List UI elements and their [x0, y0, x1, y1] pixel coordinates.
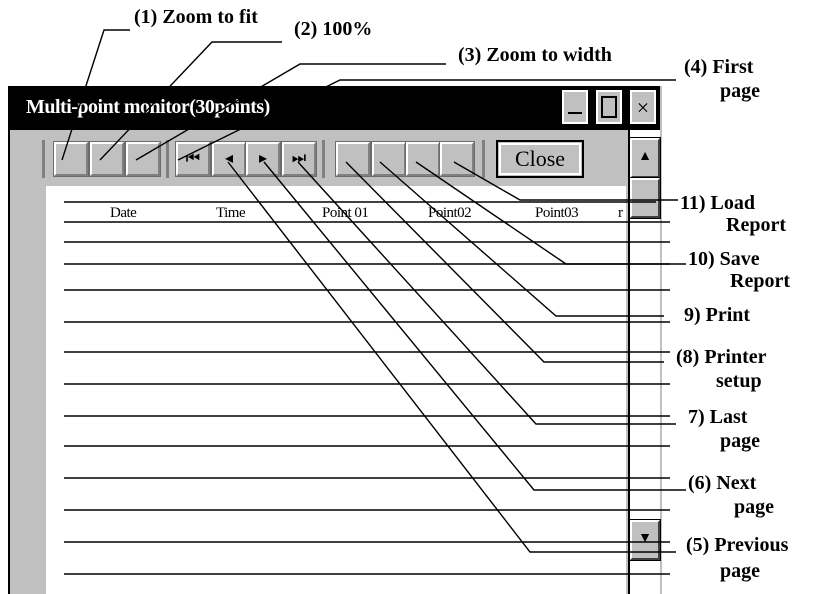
callout-first-page: (4) First — [684, 56, 754, 78]
callout-save-report: 10) Save — [688, 248, 760, 270]
callout-last-page: 7) Last — [688, 406, 748, 428]
callout-next-page-line2: page — [734, 496, 774, 518]
callout-first-page-line2: page — [720, 80, 760, 102]
callout-load-report-line2: Report — [726, 214, 786, 236]
callout-save-report-line2: Report — [730, 270, 790, 292]
callout-last-page-line2: page — [720, 430, 760, 452]
callout-line-100 — [99, 41, 282, 161]
callout-line-save-report — [415, 161, 686, 265]
callout-line-zoom-to-width — [135, 63, 446, 161]
callout-printer-setup: (8) Printer — [676, 346, 767, 368]
callout-lines — [61, 29, 686, 575]
callout-printer-setup-line2: setup — [716, 370, 762, 392]
report-rule-lines — [64, 201, 670, 575]
callout-100: (2) 100% — [294, 18, 373, 40]
callout-line-previous-page — [227, 161, 676, 553]
callout-line-load-report — [453, 161, 678, 201]
callout-previous-page-line2: page — [720, 560, 760, 582]
callout-line-next-page — [263, 161, 686, 491]
callout-line-zoom-to-fit — [61, 29, 130, 161]
callout-zoom-to-fit: (1) Zoom to fit — [134, 6, 258, 28]
callout-next-page: (6) Next — [688, 472, 757, 494]
callout-print: 9) Print — [684, 304, 751, 326]
callout-previous-page: (5) Previous — [686, 534, 789, 556]
callout-zoom-to-width: (3) Zoom to width — [458, 44, 612, 66]
callout-load-report: 11) Load — [680, 192, 756, 214]
